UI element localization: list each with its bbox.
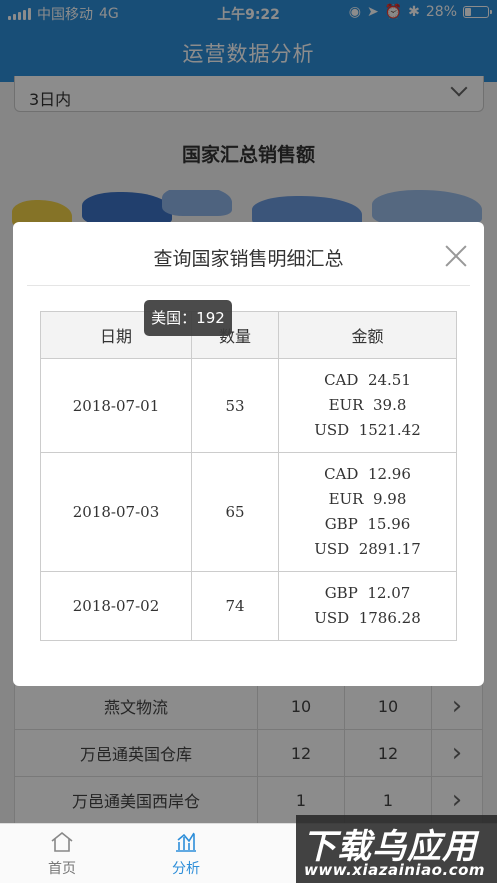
watermark-url: www.xiazainiao.com [304, 861, 486, 879]
amount-line: USD 1521.42 [314, 421, 421, 439]
amount-line: EUR 9.98 [328, 490, 407, 508]
modal-title: 查询国家销售明细汇总 [153, 248, 344, 270]
modal-divider [27, 285, 470, 286]
row-quantity: 74 [191, 571, 279, 641]
detail-row: 2018-07-03 65 CAD 12.96 EUR 9.98 GBP 15.96 US… [40, 452, 457, 572]
column-header-amount: 金额 [278, 311, 457, 359]
sales-detail-table: 日期 数量 金额 2018-07-01 53 CAD 24.51 EUR 39.8 US… [40, 311, 457, 641]
detail-row: 2018-07-01 53 CAD 24.51 EUR 39.8 USD 1521.42 [40, 358, 457, 453]
chart-icon [176, 832, 196, 852]
row-date: 2018-07-01 [40, 358, 192, 453]
amount-line: USD 2891.17 [314, 540, 421, 558]
close-icon[interactable] [444, 244, 468, 268]
row-date: 2018-07-03 [40, 452, 192, 572]
row-quantity: 65 [191, 452, 279, 572]
row-date: 2018-07-02 [40, 571, 192, 641]
tab-analysis-label: 分析 [172, 861, 200, 877]
row-quantity: 53 [191, 358, 279, 453]
row-amounts: CAD 24.51 EUR 39.8 USD 1521.42 [278, 358, 457, 453]
amount-line: GBP 12.07 [324, 584, 411, 602]
watermark: 下载乌应用 www.xiazainiao.com [296, 815, 497, 883]
home-icon [51, 831, 73, 852]
amount-line: EUR 39.8 [328, 396, 407, 414]
detail-row: 2018-07-02 74 GBP 12.07 USD 1786.28 [40, 571, 457, 641]
amount-line: GBP 15.96 [324, 515, 411, 533]
amount-line: CAD 24.51 [324, 371, 411, 389]
tab-home[interactable]: 首页 [27, 830, 97, 878]
row-amounts: GBP 12.07 USD 1786.28 [278, 571, 457, 641]
tab-analysis[interactable]: 分析 [151, 830, 221, 878]
sales-detail-modal: 查询国家销售明细汇总 日期 数量 金额 2018-07-01 53 CAD 24.5… [13, 222, 484, 686]
amount-line: USD 1786.28 [314, 609, 421, 627]
map-tooltip: 美国：192 [144, 300, 232, 336]
row-amounts: CAD 12.96 EUR 9.98 GBP 15.96 USD 2891.17 [278, 452, 457, 572]
amount-line: CAD 12.96 [324, 465, 411, 483]
tab-home-label: 首页 [48, 861, 76, 877]
